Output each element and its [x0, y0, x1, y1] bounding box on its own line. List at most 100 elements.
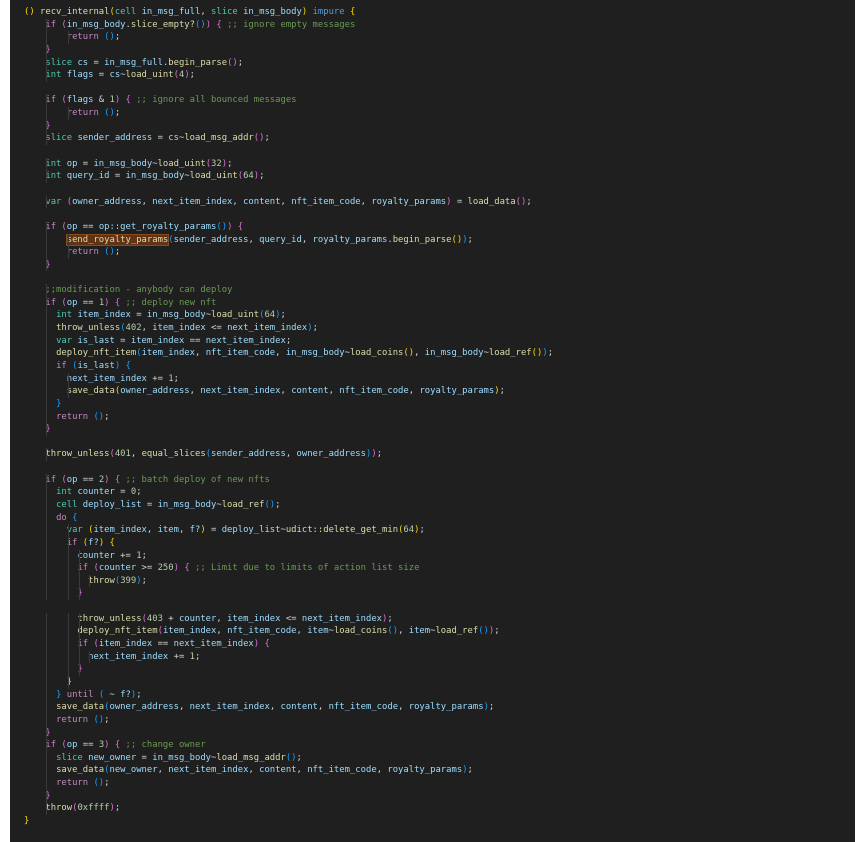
code-line[interactable]: } [24, 258, 855, 272]
code-token: next_item_index [205, 335, 286, 346]
indent-guide [46, 334, 48, 348]
code-line[interactable]: cell deploy_list = in_msg_body~load_ref(… [24, 498, 855, 512]
code-line[interactable]: int counter = 0; [24, 486, 855, 499]
code-line[interactable]: slice new_owner = in_msg_body~load_msg_a… [24, 751, 855, 765]
indent-guide [46, 739, 48, 752]
indent-guide [67, 246, 69, 259]
code-line[interactable]: do { [24, 511, 855, 525]
code-line[interactable]: int op = in_msg_body~load_uint(32); [24, 157, 855, 171]
code-line[interactable]: save_data(new_owner, next_item_index, co… [24, 764, 855, 778]
code-line[interactable]: } [24, 726, 855, 740]
code-line[interactable]: var is_last = item_index == next_item_in… [24, 334, 855, 348]
code-token: owner_address [109, 702, 179, 713]
indent-guide [46, 170, 48, 183]
code-line[interactable]: if (f?) { [24, 536, 855, 550]
code-line[interactable]: } [24, 587, 855, 601]
code-line[interactable]: } [24, 423, 855, 436]
code-token: load_ref [221, 499, 265, 510]
code-line[interactable]: return (); [24, 777, 855, 790]
code-token: 64 [264, 310, 276, 321]
code-line[interactable] [24, 600, 855, 613]
code-line[interactable]: } [24, 675, 855, 689]
code-line[interactable]: if (is_last) { [24, 359, 855, 373]
code-line[interactable] [24, 208, 855, 221]
code-line[interactable]: return (); [24, 107, 855, 120]
code-token: in_msg_body [285, 348, 345, 359]
code-line[interactable]: deploy_nft_item(item_index, nft_item_cod… [24, 347, 855, 360]
code-line[interactable]: return (); [24, 713, 855, 727]
code-line[interactable]: if (op == 3) { ;; change owner [24, 739, 855, 752]
code-line[interactable]: throw_unless(401, equal_slices(sender_ad… [24, 448, 855, 462]
code-line[interactable] [24, 145, 855, 158]
indent-guide [46, 69, 48, 82]
code-token: 32 [211, 158, 222, 169]
code-line[interactable]: () recv_internal(cell in_msg_full, slice… [24, 6, 855, 19]
code-line[interactable]: send_royalty_params(sender_address, quer… [24, 233, 855, 247]
code-line[interactable]: counter += 1; [24, 549, 855, 563]
code-line[interactable]: if (op == 2) { ;; batch deploy of new nf… [24, 473, 855, 487]
indent-guide [67, 233, 69, 247]
indent-guide [46, 701, 48, 714]
indent-guide [46, 284, 48, 297]
code-line[interactable]: deploy_nft_item(item_index, nft_item_cod… [24, 625, 855, 639]
code-line[interactable]: throw_unless(402, item_index <= next_ite… [24, 322, 855, 335]
code-editor[interactable]: () recv_internal(cell in_msg_full, slice… [10, 0, 855, 842]
code-line[interactable]: save_data(owner_address, next_item_index… [24, 385, 855, 398]
code-line[interactable] [24, 183, 855, 196]
code-line[interactable]: } [24, 119, 855, 133]
code-line[interactable]: } [24, 663, 855, 676]
code-line[interactable]: return (); [24, 31, 855, 44]
code-line[interactable]: if (flags & 1) { ;; ignore all bounced m… [24, 94, 855, 108]
code-line[interactable]: next_item_index += 1; [24, 372, 855, 386]
code-line[interactable]: int item_index = in_msg_body~load_uint(6… [24, 309, 855, 323]
code-token: , [269, 702, 281, 713]
code-token: var [56, 335, 73, 346]
code-line[interactable]: throw(399); [24, 574, 855, 588]
code-line[interactable]: } until ( ~ f?); [24, 688, 855, 702]
code-line[interactable]: return (); [24, 246, 855, 259]
code-line[interactable]: } [24, 43, 855, 57]
code-token: = [114, 487, 131, 498]
code-line[interactable]: return (); [24, 410, 855, 424]
indent-guide [46, 448, 48, 462]
code-token: = [205, 525, 222, 536]
code-line[interactable]: slice cs = in_msg_full.begin_parse(); [24, 56, 855, 70]
code-line[interactable]: throw(0xffff); [24, 802, 855, 815]
code-line[interactable]: } [24, 397, 855, 411]
code-line[interactable]: int flags = cs~load_uint(4); [24, 69, 855, 82]
code-line[interactable]: int query_id = in_msg_body~load_uint(64)… [24, 170, 855, 183]
code-line[interactable]: throw_unless(403 + counter, item_index <… [24, 612, 855, 626]
code-line[interactable]: var (item_index, item, f?) = deploy_list… [24, 524, 855, 537]
code-line[interactable]: if (counter >= 250) { ;; Limit due to li… [24, 562, 855, 575]
code-token: 250 [157, 563, 174, 574]
code-token: += [146, 373, 169, 384]
code-line[interactable]: } [24, 789, 855, 803]
code-line[interactable]: if (op == op::get_royalty_params()) { [24, 220, 855, 234]
code-token: } [56, 398, 62, 409]
code-token: , [301, 234, 313, 245]
code-token: ; [114, 803, 121, 814]
code-line[interactable] [24, 461, 855, 474]
code-line[interactable]: if (op == 1) { ;; deploy new nft [24, 296, 855, 310]
code-line[interactable]: ;;modification - anybody can deploy [24, 284, 855, 297]
code-token: in_msg_body [424, 348, 484, 359]
code-line[interactable] [24, 271, 855, 284]
code-line[interactable]: var (owner_address, next_item_index, con… [24, 195, 855, 209]
code-line[interactable]: if (item_index == next_item_index) { [24, 638, 855, 651]
code-line[interactable]: next_item_index += 1; [24, 650, 855, 664]
code-line[interactable]: slice sender_address = cs~load_msg_addr(… [24, 132, 855, 146]
code-line[interactable]: if (in_msg_body.slice_empty?()) { ;; ign… [24, 18, 855, 32]
code-line[interactable]: save_data(owner_address, next_item_index… [24, 701, 855, 714]
code-line[interactable]: } [24, 815, 855, 828]
code-token: ; [467, 765, 473, 776]
code-token: ; [494, 626, 500, 637]
code-line[interactable] [24, 82, 855, 95]
code-line[interactable] [24, 436, 855, 449]
code-token: () [93, 411, 105, 422]
code-token: 0xffff [77, 803, 110, 814]
